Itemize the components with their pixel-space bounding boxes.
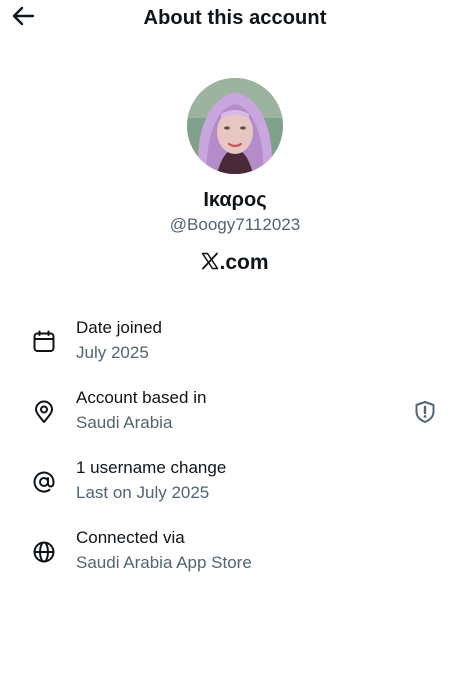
shield-alert-icon[interactable] bbox=[411, 398, 439, 426]
page-title: About this account bbox=[143, 7, 327, 29]
top-bar: About this account bbox=[0, 0, 470, 36]
x-logo-icon bbox=[201, 252, 219, 275]
info-row-username-change: 1 username change Last on July 2025 bbox=[0, 458, 470, 514]
location-pin-icon bbox=[30, 398, 58, 426]
row-title: Connected via bbox=[76, 528, 185, 547]
display-name: Ικαρος bbox=[203, 189, 267, 211]
row-value: July 2025 bbox=[76, 343, 149, 362]
row-value: Saudi Arabia bbox=[76, 413, 173, 432]
row-value: Saudi Arabia App Store bbox=[76, 553, 252, 572]
about-account-page: About this account Ικαρος @Boogy7112023 bbox=[0, 0, 470, 680]
row-title: Date joined bbox=[76, 318, 163, 337]
info-row-date-joined: Date joined July 2025 bbox=[0, 318, 470, 374]
site-label: .com bbox=[0, 251, 470, 275]
avatar[interactable] bbox=[187, 78, 283, 174]
row-value: Last on July 2025 bbox=[76, 483, 210, 502]
calendar-icon bbox=[30, 328, 58, 356]
info-row-account-based-in: Account based in Saudi Arabia bbox=[0, 388, 470, 444]
at-sign-icon bbox=[30, 468, 58, 496]
username-handle: @Boogy7112023 bbox=[169, 215, 301, 234]
row-title: Account based in bbox=[76, 388, 207, 407]
site-domain: .com bbox=[219, 251, 269, 274]
row-title: 1 username change bbox=[76, 458, 227, 477]
globe-icon bbox=[30, 538, 58, 566]
info-row-connected-via: Connected via Saudi Arabia App Store bbox=[0, 528, 470, 584]
